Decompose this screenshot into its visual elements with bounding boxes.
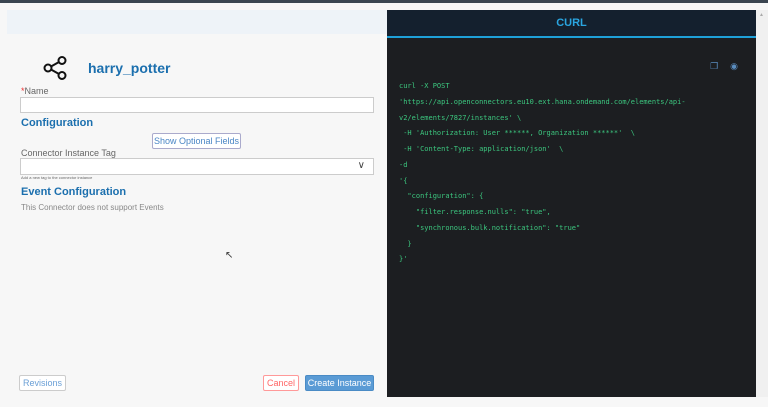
eye-icon[interactable]: ◉ <box>730 61 738 72</box>
code-line: -d <box>399 160 408 169</box>
event-note: This Connector does not support Events <box>21 203 164 212</box>
cancel-button[interactable]: Cancel <box>263 375 299 391</box>
configuration-heading: Configuration <box>21 117 94 129</box>
curl-code: curl -X POST 'https://api.openconnectors.… <box>399 79 686 268</box>
code-line: "configuration": { <box>399 192 484 201</box>
code-line: '{ <box>399 176 408 185</box>
show-optional-fields-button[interactable]: Show Optional Fields <box>152 133 241 149</box>
tag-hint: Add a new tag to the connector instance <box>21 175 93 180</box>
scroll-up-icon[interactable]: ▲ <box>759 12 764 18</box>
curl-panel: CURL ❐ ◉ curl -X POST 'https://api.openco… <box>387 10 756 397</box>
mouse-cursor-icon: ↖ <box>225 250 234 261</box>
copy-icon[interactable]: ❐ <box>710 61 718 72</box>
code-line: }' <box>399 255 408 264</box>
code-line: curl -X POST <box>399 82 450 90</box>
scrollbar[interactable] <box>756 10 768 397</box>
code-line: "filter.response.nulls": "true", <box>399 208 551 216</box>
connector-name: harry_potter <box>88 60 171 76</box>
curl-title: CURL <box>387 10 756 38</box>
tag-label: Connector Instance Tag <box>21 148 116 158</box>
code-line: 'https://api.openconnectors.eu10.ext.han… <box>399 97 686 106</box>
code-line: v2/elements/7827/instances' \ <box>399 113 522 122</box>
create-instance-button[interactable]: Create Instance <box>305 375 374 391</box>
chevron-down-icon: ∨ <box>357 160 365 171</box>
code-line: -H 'Content-Type: application/json' \ <box>399 145 564 153</box>
name-input[interactable] <box>20 97 374 113</box>
header-band <box>7 10 387 34</box>
code-line: "synchronous.bulk.notification": "true" <box>399 223 581 232</box>
top-bar <box>0 0 768 3</box>
code-line: } <box>399 239 412 248</box>
name-label: *Name <box>21 86 49 96</box>
code-line: -H 'Authorization: User ******, Organiza… <box>399 129 636 138</box>
revisions-button[interactable]: Revisions <box>19 375 66 391</box>
tag-select[interactable]: ∨ <box>20 158 374 175</box>
event-configuration-heading: Event Configuration <box>21 186 127 198</box>
name-label-text: Name <box>24 86 49 96</box>
share-icon <box>43 56 67 80</box>
